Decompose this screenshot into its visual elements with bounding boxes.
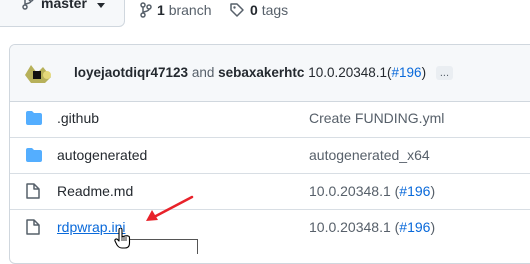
- file-commit-message[interactable]: 10.0.20348.1 (#196): [309, 219, 435, 235]
- file-name[interactable]: autogenerated: [57, 147, 147, 163]
- folder-icon: [26, 111, 42, 125]
- hand-pointer-icon: [114, 228, 131, 249]
- repo-toolbar: master 1 branch 0 tags: [0, 0, 530, 30]
- file-row[interactable]: rdpwrap.ini 10.0.20348.1 (#196): [10, 209, 530, 245]
- commit-author-2[interactable]: sebaxakerhtc: [218, 65, 304, 80]
- folder-icon: [26, 148, 42, 162]
- latest-commit-bar: loyejaotdiqr47123 and sebaxakerhtc 10.0.…: [10, 45, 530, 102]
- file-commit-message[interactable]: 10.0.20348.1 (#196): [309, 183, 435, 199]
- expand-commit-button[interactable]: ...: [435, 66, 454, 81]
- commit-author-1[interactable]: loyejaotdiqr47123: [74, 65, 188, 80]
- file-commit-message[interactable]: autogenerated_x64: [309, 147, 430, 163]
- branches-count: 1: [157, 2, 165, 18]
- branches-label: branch: [168, 2, 212, 18]
- file-row[interactable]: .github Create FUNDING.yml: [10, 101, 530, 137]
- commit-summary: loyejaotdiqr47123 and sebaxakerhtc 10.0.…: [74, 65, 454, 81]
- file-commit-pr-link[interactable]: #196: [399, 219, 430, 235]
- chevron-down-icon: [97, 3, 105, 8]
- file-row[interactable]: autogenerated autogenerated_x64: [10, 137, 530, 173]
- tag-icon: [230, 3, 244, 17]
- tags-label: tags: [261, 2, 289, 18]
- avatar[interactable]: [23, 61, 53, 85]
- file-commit-pr-link[interactable]: #196: [399, 183, 430, 199]
- tags-count: 0: [250, 2, 258, 18]
- commit-pr-close: ): [421, 65, 427, 80]
- file-row[interactable]: Readme.md 10.0.20348.1 (#196): [10, 173, 530, 209]
- commit-pr-link[interactable]: #196: [392, 65, 422, 80]
- commit-message[interactable]: 10.0.20348.1: [308, 65, 387, 80]
- file-name[interactable]: Readme.md: [57, 183, 133, 199]
- file-icon: [26, 183, 40, 199]
- annotation-arrow: [146, 195, 194, 221]
- commit-and-text: and: [191, 65, 215, 80]
- file-commit-message[interactable]: Create FUNDING.yml: [309, 110, 444, 126]
- file-icon: [26, 219, 40, 235]
- file-name[interactable]: .github: [57, 110, 99, 126]
- branch-name: master: [41, 0, 87, 11]
- git-branch-icon: [140, 2, 152, 18]
- git-branch-icon: [22, 0, 34, 10]
- branch-select-button[interactable]: master: [0, 0, 125, 27]
- tags-link[interactable]: 0 tags: [229, 2, 288, 18]
- file-browser: loyejaotdiqr47123 and sebaxakerhtc 10.0.…: [9, 44, 530, 264]
- branches-link[interactable]: 1 branch: [140, 2, 212, 18]
- tooltip: [121, 239, 198, 254]
